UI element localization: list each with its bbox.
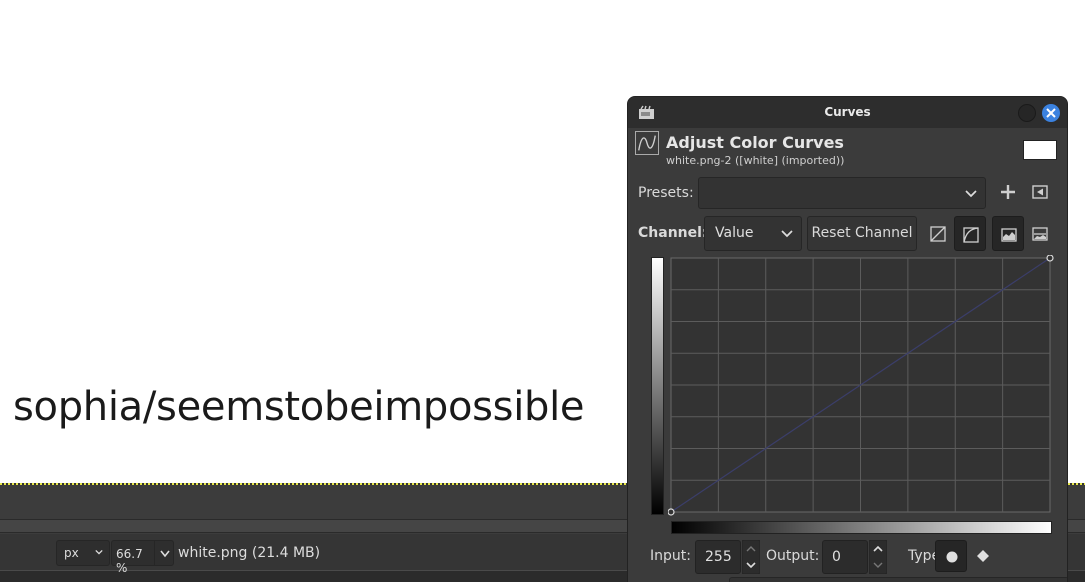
chevron-down-icon [781, 230, 793, 238]
output-label: Output: [766, 548, 820, 564]
smooth-point-icon [946, 551, 958, 563]
histogram-button-a[interactable] [992, 216, 1024, 251]
chevron-down-icon [965, 190, 977, 198]
presets-label: Presets: [638, 185, 694, 201]
dialog-titlebar[interactable]: Curves [628, 97, 1067, 128]
chevron-down-icon [160, 550, 170, 558]
logarithmic-histogram-button[interactable] [954, 216, 986, 251]
curve-graph[interactable] [668, 255, 1058, 519]
output-gradient-bar [651, 257, 664, 515]
corner-point-icon [977, 550, 989, 562]
output-spinbox[interactable]: 0 [822, 540, 868, 574]
header-subtitle: white.png-2 ([white] (imported)) [666, 154, 845, 167]
curve-type-combo[interactable] [729, 577, 1067, 582]
input-gradient-bar [671, 521, 1052, 534]
close-icon [1046, 108, 1056, 118]
curve-control-point-end [1046, 255, 1054, 262]
image-preview-swatch [1023, 140, 1057, 160]
reset-channel-button[interactable]: Reset Channel [807, 216, 917, 251]
histogram-alt-icon [1032, 227, 1048, 241]
close-button[interactable] [1042, 104, 1060, 122]
chevron-down-icon [95, 549, 103, 555]
zoom-field[interactable]: 66.7 % [111, 540, 155, 575]
input-value: 255 [705, 549, 732, 565]
unit-value: px [64, 546, 79, 560]
channel-label: Channel: [638, 225, 708, 241]
channel-value: Value [715, 225, 754, 241]
curve-control-point-start [668, 508, 675, 516]
dialog-title: Curves [824, 105, 871, 119]
curves-dialog: Curves Adjust Color Curves white.png-2 (… [627, 96, 1068, 582]
unit-selector[interactable]: px [56, 540, 110, 566]
input-label: Input: [650, 548, 691, 564]
output-value: 0 [832, 549, 841, 565]
curves-icon [635, 131, 659, 155]
zoom-dropdown-button[interactable] [154, 540, 174, 566]
gimp-window: sophia/seemstobeimpossible px 66.7 % whi… [0, 0, 1085, 582]
output-spin-arrows[interactable] [869, 540, 887, 574]
smooth-type-button[interactable] [935, 540, 967, 572]
input-spin-arrows[interactable] [742, 540, 760, 574]
presets-combo[interactable] [698, 177, 986, 209]
linear-histogram-button[interactable] [922, 216, 954, 251]
channel-combo[interactable]: Value [704, 216, 802, 251]
triangle-left-menu-icon[interactable] [1032, 185, 1048, 199]
file-info: white.png (21.4 MB) [178, 545, 321, 561]
logarithmic-histogram-icon [963, 227, 979, 243]
corner-type-button[interactable] [967, 540, 999, 572]
plus-icon[interactable] [999, 183, 1017, 201]
canvas-text-layer[interactable]: sophia/seemstobeimpossible [13, 384, 585, 430]
histogram-button-b[interactable] [1024, 216, 1056, 251]
linear-histogram-icon [930, 226, 946, 242]
histogram-icon [1001, 228, 1017, 242]
header-title: Adjust Color Curves [666, 133, 844, 152]
input-spinbox[interactable]: 255 [695, 540, 741, 574]
minimize-button[interactable] [1018, 104, 1036, 122]
